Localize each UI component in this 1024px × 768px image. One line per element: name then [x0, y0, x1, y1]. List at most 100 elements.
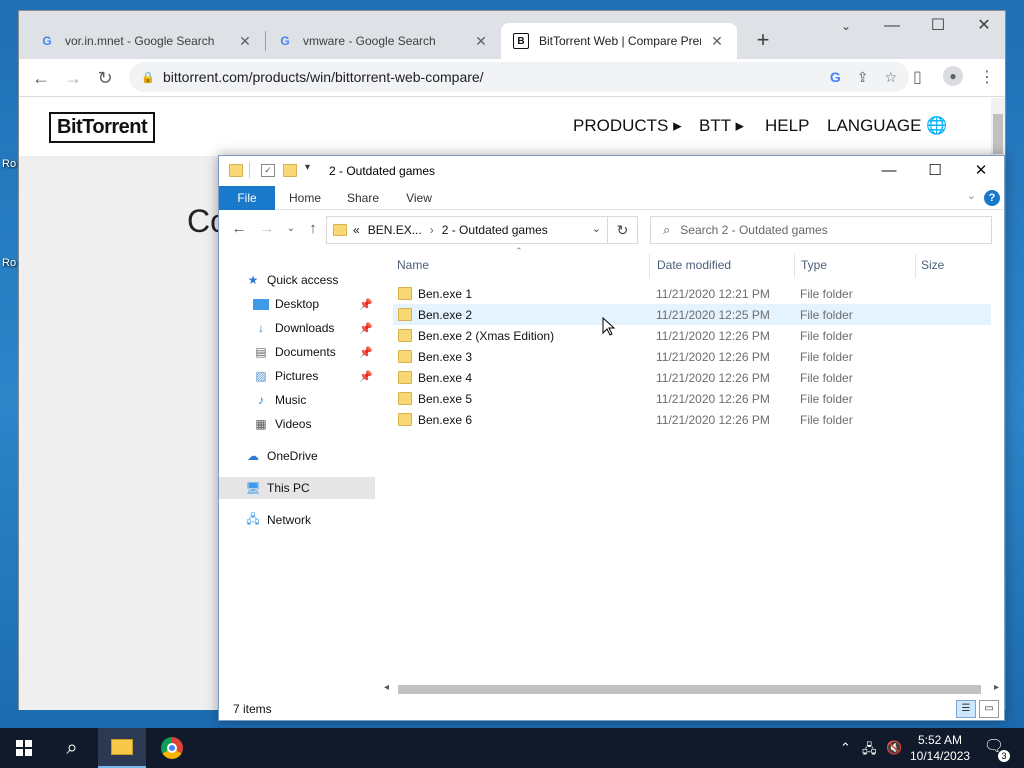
computer-icon: 🖥	[245, 481, 261, 495]
desktop-icon-label[interactable]: Ro	[2, 257, 16, 269]
up-button[interactable]: ↑	[303, 220, 323, 237]
maximize-button[interactable]: ☐	[912, 156, 958, 186]
column-divider[interactable]	[649, 254, 650, 278]
browser-tab[interactable]: G vor.in.mnet - Google Search ✕	[27, 23, 265, 59]
lock-icon[interactable]: 🔒	[141, 71, 155, 84]
refresh-button[interactable]: ↻	[608, 216, 638, 244]
nav-help[interactable]: HELP	[765, 116, 809, 136]
browser-tab[interactable]: G vmware - Google Search ✕	[265, 23, 501, 59]
file-row[interactable]: Ben.exe 5 11/21/2020 12:26 PM File folde…	[393, 388, 991, 409]
large-icons-view-icon[interactable]: ▭	[979, 700, 999, 718]
recent-locations-icon[interactable]: ⌄	[281, 223, 301, 234]
notifications-button[interactable]: 🗨 3	[982, 736, 1010, 762]
close-window-button[interactable]: ✕	[958, 156, 1004, 186]
close-window-button[interactable]: ✕	[961, 11, 1007, 43]
minimize-button[interactable]: —	[866, 156, 912, 186]
nav-item-documents[interactable]: ▤ Documents 📌	[219, 341, 377, 363]
nav-btt[interactable]: BTT ▸	[699, 116, 744, 136]
network-status-icon[interactable]: 🖧	[862, 740, 877, 762]
breadcrumb-item[interactable]: BEN.EX...	[368, 223, 422, 237]
scroll-right-icon[interactable]: ▸	[994, 682, 999, 693]
bookmark-star-icon[interactable]: ☆	[884, 69, 897, 86]
help-icon[interactable]: ?	[984, 190, 1000, 206]
file-row[interactable]: Ben.exe 1 11/21/2020 12:21 PM File folde…	[393, 283, 991, 304]
address-bar[interactable]: 🔒 bittorrent.com/products/win/bittorrent…	[129, 62, 909, 92]
back-button[interactable]: ←	[27, 65, 55, 93]
details-view-icon[interactable]: ☰	[956, 700, 976, 718]
close-icon[interactable]: ✕	[709, 33, 725, 50]
file-explorer-window: ✓ ▾ 2 - Outdated games — ☐ ✕ File Home S…	[218, 155, 1005, 721]
back-button[interactable]: ←	[229, 220, 249, 237]
file-explorer-taskbar-icon[interactable]	[98, 728, 146, 768]
column-header-size[interactable]: Size	[921, 258, 944, 272]
column-header-name[interactable]: Name	[397, 258, 429, 272]
column-header-type[interactable]: Type	[801, 258, 827, 272]
file-row[interactable]: Ben.exe 6 11/21/2020 12:26 PM File folde…	[393, 409, 991, 430]
nav-item-videos[interactable]: ▦ Videos	[219, 413, 377, 435]
browser-tab-active[interactable]: B BitTorrent Web | Compare Prem ✕	[501, 23, 737, 59]
side-panel-icon[interactable]: ▯	[913, 67, 922, 87]
file-row[interactable]: Ben.exe 2 11/21/2020 12:25 PM File folde…	[393, 304, 991, 325]
nav-item-quick-access[interactable]: ★ Quick access	[219, 269, 377, 291]
nav-item-downloads[interactable]: ↓ Downloads 📌	[219, 317, 377, 339]
nav-item-pictures[interactable]: ▨ Pictures 📌	[219, 365, 377, 387]
nav-products[interactable]: PRODUCTS ▸	[573, 116, 682, 136]
item-count: 7 items	[233, 702, 272, 716]
chevron-down-icon[interactable]: ⌄	[592, 222, 601, 235]
file-row[interactable]: Ben.exe 3 11/21/2020 12:26 PM File folde…	[393, 346, 991, 367]
reload-button[interactable]: ↻	[91, 65, 119, 93]
tab-view[interactable]: View	[399, 186, 439, 210]
tab-file[interactable]: File	[219, 186, 275, 210]
column-header-date[interactable]: Date modified	[657, 258, 731, 272]
share-icon[interactable]: ⇪	[857, 69, 869, 86]
new-tab-button[interactable]: +	[749, 27, 777, 55]
explorer-title-bar[interactable]: ✓ ▾ 2 - Outdated games — ☐ ✕	[219, 156, 1004, 186]
tab-search-icon[interactable]: ⌄	[823, 11, 869, 43]
quick-access-dropdown-icon[interactable]: ▾	[305, 162, 310, 173]
scrollbar-thumb[interactable]	[398, 685, 981, 694]
ribbon-expand-icon[interactable]: ⌄	[967, 189, 976, 202]
show-hidden-icons-icon[interactable]: ⌃	[840, 740, 851, 756]
nav-item-label: This PC	[267, 481, 310, 495]
address-bar[interactable]: « BEN.EX... › 2 - Outdated games ⌄	[326, 216, 608, 244]
bittorrent-logo[interactable]: BitTorrent	[49, 112, 156, 143]
nav-item-music[interactable]: ♪ Music	[219, 389, 377, 411]
chrome-taskbar-icon[interactable]	[148, 728, 196, 768]
desktop-icon-label[interactable]: Ro	[2, 158, 16, 170]
forward-button[interactable]: →	[59, 65, 87, 93]
scroll-left-icon[interactable]: ◂	[384, 682, 389, 693]
column-divider[interactable]	[794, 254, 795, 278]
breadcrumb-separator[interactable]: ›	[430, 223, 434, 237]
new-folder-icon[interactable]	[283, 164, 297, 177]
maximize-button[interactable]: ☐	[915, 11, 961, 43]
nav-item-network[interactable]: 🖧 Network	[219, 509, 377, 531]
close-icon[interactable]: ✕	[473, 33, 489, 50]
clock[interactable]: 5:52 AM 10/14/2023	[910, 732, 970, 764]
close-icon[interactable]: ✕	[237, 33, 253, 50]
breadcrumb-item[interactable]: 2 - Outdated games	[442, 223, 548, 237]
scrollbar-thumb[interactable]	[993, 114, 1003, 154]
search-icon[interactable]: ⌕	[48, 728, 96, 768]
file-row[interactable]: Ben.exe 4 11/21/2020 12:26 PM File folde…	[393, 367, 991, 388]
tab-home[interactable]: Home	[283, 186, 327, 210]
tab-share[interactable]: Share	[341, 186, 385, 210]
properties-icon[interactable]: ✓	[261, 164, 275, 177]
breadcrumb-overflow[interactable]: «	[353, 223, 360, 237]
file-row[interactable]: Ben.exe 2 (Xmas Edition) 11/21/2020 12:2…	[393, 325, 991, 346]
nav-item-this-pc[interactable]: 🖥 This PC	[219, 477, 375, 499]
horizontal-scrollbar[interactable]: ◂ ▸	[384, 682, 999, 696]
url-text[interactable]: bittorrent.com/products/win/bittorrent-w…	[163, 69, 814, 85]
search-input[interactable]: ⌕ Search 2 - Outdated games	[650, 216, 992, 244]
nav-item-label: Network	[267, 513, 312, 527]
nav-item-onedrive[interactable]: ☁ OneDrive	[219, 445, 377, 467]
volume-muted-icon[interactable]: 🔇	[886, 740, 902, 756]
nav-language[interactable]: LANGUAGE 🌐	[827, 116, 947, 136]
google-lens-icon[interactable]: G	[830, 69, 841, 85]
menu-kebab-icon[interactable]: ⋮	[979, 67, 995, 87]
profile-avatar-icon[interactable]: ●	[943, 66, 963, 86]
start-button[interactable]	[0, 728, 48, 768]
column-divider[interactable]	[915, 254, 916, 278]
nav-item-desktop[interactable]: Desktop 📌	[219, 293, 377, 315]
forward-button[interactable]: →	[257, 220, 277, 237]
minimize-button[interactable]: —	[869, 11, 915, 43]
